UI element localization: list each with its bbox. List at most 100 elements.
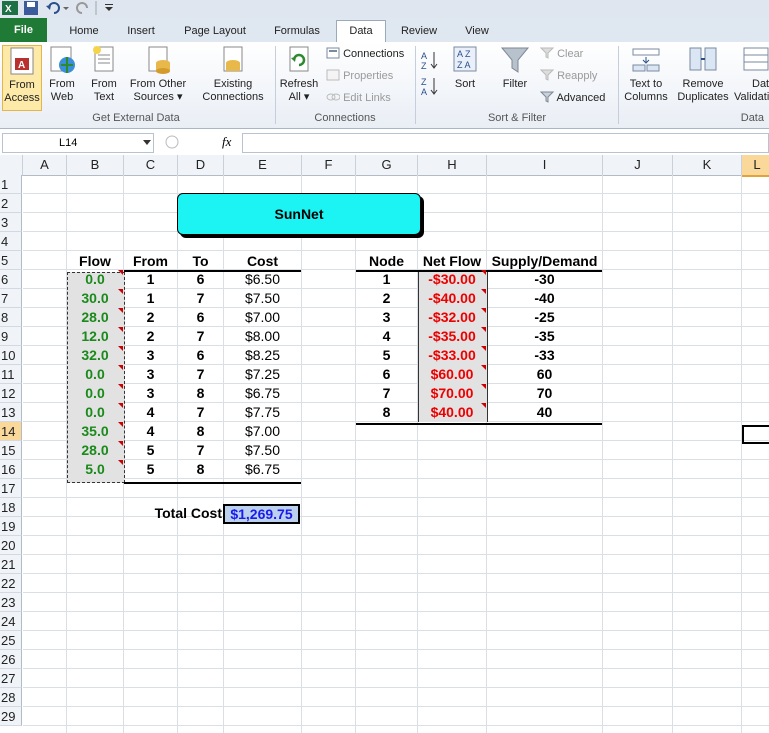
- to-cell[interactable]: 6: [178, 271, 223, 287]
- node-cell[interactable]: 1: [356, 271, 417, 287]
- from-cell[interactable]: 4: [124, 423, 177, 439]
- tab-review[interactable]: Review: [394, 21, 444, 42]
- formula-bar-handle-icon[interactable]: [162, 135, 182, 149]
- supply-demand-cell[interactable]: -40: [487, 290, 602, 306]
- cost-cell[interactable]: $7.25: [224, 366, 301, 382]
- cost-cell[interactable]: $8.25: [224, 347, 301, 363]
- row-header[interactable]: 5: [0, 251, 22, 270]
- from-cell[interactable]: 4: [124, 404, 177, 420]
- row-header[interactable]: 9: [0, 327, 22, 346]
- column-header-h[interactable]: H: [418, 155, 487, 176]
- row-header[interactable]: 27: [0, 669, 22, 688]
- from-cell[interactable]: 2: [124, 309, 177, 325]
- from-cell[interactable]: 1: [124, 290, 177, 306]
- column-header-b[interactable]: B: [67, 155, 124, 176]
- supply-demand-cell[interactable]: 60: [487, 366, 602, 382]
- cost-cell[interactable]: $7.75: [224, 404, 301, 420]
- cost-cell[interactable]: $6.75: [224, 385, 301, 401]
- cost-cell[interactable]: $7.00: [224, 309, 301, 325]
- flow-cell[interactable]: 30.0: [67, 290, 123, 306]
- cost-cell[interactable]: $7.00: [224, 423, 301, 439]
- row-header[interactable]: 16: [0, 460, 22, 479]
- column-header-k[interactable]: K: [673, 155, 742, 176]
- sort-z-to-a-icon[interactable]: ZA: [421, 76, 441, 96]
- from-cell[interactable]: 3: [124, 385, 177, 401]
- node-cell[interactable]: 4: [356, 328, 417, 344]
- node-cell[interactable]: 3: [356, 309, 417, 325]
- to-cell[interactable]: 7: [178, 328, 223, 344]
- row-header[interactable]: 10: [0, 346, 22, 365]
- from-cell[interactable]: 3: [124, 366, 177, 382]
- row-header[interactable]: 17: [0, 479, 22, 498]
- sort-button[interactable]: A ZZ A Sort: [446, 45, 484, 109]
- from-cell[interactable]: 5: [124, 442, 177, 458]
- to-cell[interactable]: 7: [178, 290, 223, 306]
- to-cell[interactable]: 7: [178, 442, 223, 458]
- column-header-g[interactable]: G: [356, 155, 418, 176]
- save-icon[interactable]: [24, 1, 38, 15]
- flow-cell[interactable]: 0.0: [67, 271, 123, 287]
- to-cell[interactable]: 8: [178, 423, 223, 439]
- row-header[interactable]: 7: [0, 289, 22, 308]
- reapply-button[interactable]: Reapply: [539, 69, 597, 83]
- to-cell[interactable]: 7: [178, 366, 223, 382]
- from-cell[interactable]: 1: [124, 271, 177, 287]
- node-cell[interactable]: 2: [356, 290, 417, 306]
- undo-dropdown-icon[interactable]: [62, 1, 70, 15]
- cost-cell[interactable]: $6.75: [224, 461, 301, 477]
- edit-links-button[interactable]: Edit Links: [326, 91, 391, 105]
- customize-icon[interactable]: [104, 1, 114, 15]
- tab-formulas[interactable]: Formulas: [266, 21, 328, 42]
- column-header-f[interactable]: F: [302, 155, 356, 176]
- text-to-columns-button[interactable]: Text to Columns: [622, 45, 670, 109]
- advanced-button[interactable]: Advanced: [539, 91, 605, 105]
- connections-button[interactable]: Connections: [326, 47, 404, 61]
- column-header-l[interactable]: L: [742, 155, 769, 177]
- row-header[interactable]: 19: [0, 517, 22, 536]
- chevron-down-icon[interactable]: [143, 140, 151, 146]
- total-cost-value[interactable]: $1,269.75: [223, 504, 300, 524]
- cost-cell[interactable]: $7.50: [224, 290, 301, 306]
- row-header[interactable]: 21: [0, 555, 22, 574]
- column-header-d[interactable]: D: [178, 155, 224, 176]
- node-cell[interactable]: 8: [356, 404, 417, 420]
- active-cell-l14[interactable]: [742, 425, 769, 444]
- sort-a-to-z-icon[interactable]: AZ: [421, 50, 441, 70]
- flow-cell[interactable]: 0.0: [67, 404, 123, 420]
- name-box[interactable]: L14: [2, 133, 154, 153]
- clear-button[interactable]: Clear: [539, 47, 583, 61]
- from-web-button[interactable]: From Web: [44, 45, 80, 109]
- supply-demand-cell[interactable]: 40: [487, 404, 602, 420]
- supply-demand-cell[interactable]: -25: [487, 309, 602, 325]
- existing-connections-button[interactable]: Existing Connections: [196, 45, 270, 109]
- row-header[interactable]: 22: [0, 574, 22, 593]
- flow-cell[interactable]: 0.0: [67, 366, 123, 382]
- cost-cell[interactable]: $6.50: [224, 271, 301, 287]
- worksheet-grid[interactable]: A B C D E F G H I J K L 1 2 3 4 5 6 7 8 9 10 11 12 1…: [0, 155, 769, 733]
- net-flow-cell[interactable]: -$33.00: [418, 347, 486, 363]
- flow-cell[interactable]: 28.0: [67, 309, 123, 325]
- node-cell[interactable]: 6: [356, 366, 417, 382]
- excel-icon[interactable]: X: [2, 1, 18, 15]
- row-header[interactable]: 20: [0, 536, 22, 555]
- row-header[interactable]: 8: [0, 308, 22, 327]
- supply-demand-cell[interactable]: -35: [487, 328, 602, 344]
- supply-demand-cell[interactable]: -30: [487, 271, 602, 287]
- row-header[interactable]: 29: [0, 707, 22, 726]
- remove-duplicates-button[interactable]: Remove Duplicates: [674, 45, 732, 109]
- flow-cell[interactable]: 12.0: [67, 328, 123, 344]
- redo-icon[interactable]: [76, 1, 90, 15]
- cost-cell[interactable]: $8.00: [224, 328, 301, 344]
- sunnet-title-box[interactable]: SunNet: [177, 193, 421, 235]
- net-flow-cell[interactable]: -$32.00: [418, 309, 486, 325]
- column-header-j[interactable]: J: [603, 155, 673, 176]
- to-cell[interactable]: 8: [178, 385, 223, 401]
- tab-insert[interactable]: Insert: [118, 21, 164, 42]
- column-header-c[interactable]: C: [124, 155, 178, 176]
- net-flow-cell[interactable]: -$35.00: [418, 328, 486, 344]
- flow-cell[interactable]: 35.0: [67, 423, 123, 439]
- row-header[interactable]: 26: [0, 650, 22, 669]
- row-header[interactable]: 25: [0, 631, 22, 650]
- tab-view[interactable]: View: [454, 21, 500, 42]
- node-cell[interactable]: 5: [356, 347, 417, 363]
